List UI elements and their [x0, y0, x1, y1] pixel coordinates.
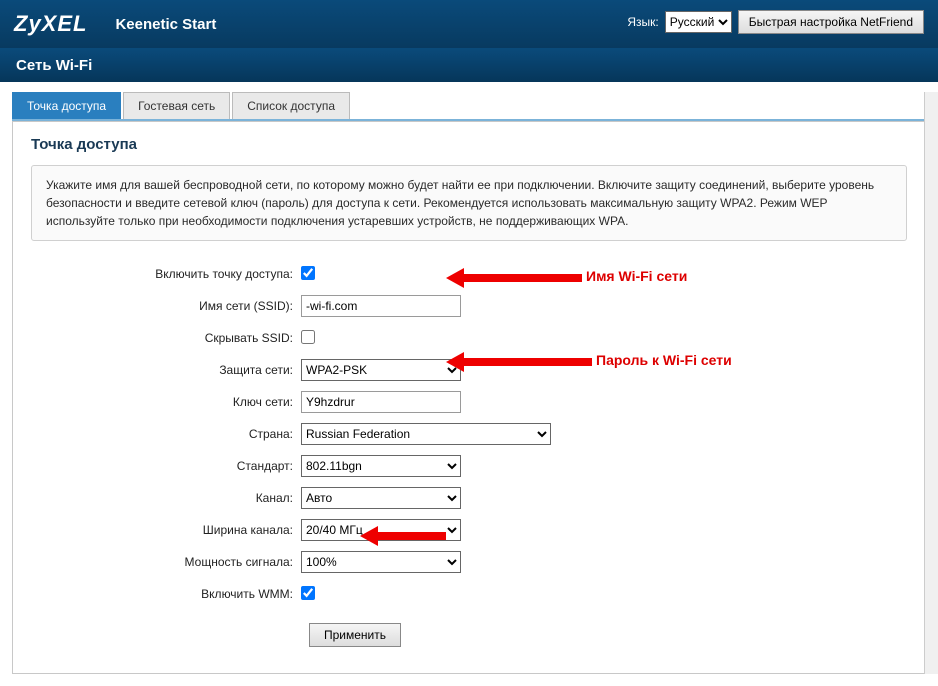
tab-access-point[interactable]: Точка доступа — [12, 92, 121, 119]
power-label: Мощность сигнала: — [31, 555, 301, 569]
wmm-label: Включить WMM: — [31, 587, 301, 601]
panel-heading: Точка доступа — [31, 136, 907, 153]
scrollbar-track[interactable] — [924, 92, 938, 674]
content-area: Точка доступа Гостевая сеть Список досту… — [0, 92, 938, 674]
quick-setup-button[interactable]: Быстрая настройка NetFriend — [738, 10, 924, 34]
hide-ssid-checkbox[interactable] — [301, 330, 315, 344]
model-name: Keenetic Start — [115, 16, 216, 33]
security-label: Защита сети: — [31, 363, 301, 377]
language-label: Язык: — [627, 15, 658, 29]
channel-select[interactable]: Авто — [301, 487, 461, 509]
enable-ap-checkbox[interactable] — [301, 266, 315, 280]
tab-guest-network[interactable]: Гостевая сеть — [123, 92, 230, 119]
info-text: Укажите имя для вашей беспроводной сети,… — [31, 165, 907, 241]
enable-ap-label: Включить точку доступа: — [31, 267, 301, 281]
callout-ssid: Имя Wi-Fi сети — [586, 268, 687, 284]
width-label: Ширина канала: — [31, 523, 301, 537]
key-label: Ключ сети: — [31, 395, 301, 409]
channel-label: Канал: — [31, 491, 301, 505]
top-controls: Язык: Русский Быстрая настройка NetFrien… — [627, 10, 924, 34]
ssid-label: Имя сети (SSID): — [31, 299, 301, 313]
wmm-checkbox[interactable] — [301, 586, 315, 600]
standard-label: Стандарт: — [31, 459, 301, 473]
power-select[interactable]: 100% — [301, 551, 461, 573]
width-select[interactable]: 20/40 МГц — [301, 519, 461, 541]
standard-select[interactable]: 802.11bgn — [301, 455, 461, 477]
callout-key: Пароль к Wi-Fi сети — [596, 352, 732, 368]
section-title: Сеть Wi-Fi — [0, 48, 938, 82]
key-input[interactable] — [301, 391, 461, 413]
brand-logo: ZyXEL — [14, 11, 87, 37]
security-select[interactable]: WPA2-PSK — [301, 359, 461, 381]
country-select[interactable]: Russian Federation — [301, 423, 551, 445]
tab-bar: Точка доступа Гостевая сеть Список досту… — [12, 92, 938, 121]
settings-panel: Точка доступа Укажите имя для вашей бесп… — [12, 121, 926, 674]
apply-button[interactable]: Применить — [309, 623, 401, 647]
hide-ssid-label: Скрывать SSID: — [31, 331, 301, 345]
top-bar: ZyXEL Keenetic Start Язык: Русский Быстр… — [0, 0, 938, 48]
country-label: Страна: — [31, 427, 301, 441]
tab-access-list[interactable]: Список доступа — [232, 92, 350, 119]
ssid-input[interactable] — [301, 295, 461, 317]
wifi-form: Включить точку доступа: Имя сети (SSID):… — [31, 261, 907, 647]
language-select[interactable]: Русский — [665, 11, 732, 33]
